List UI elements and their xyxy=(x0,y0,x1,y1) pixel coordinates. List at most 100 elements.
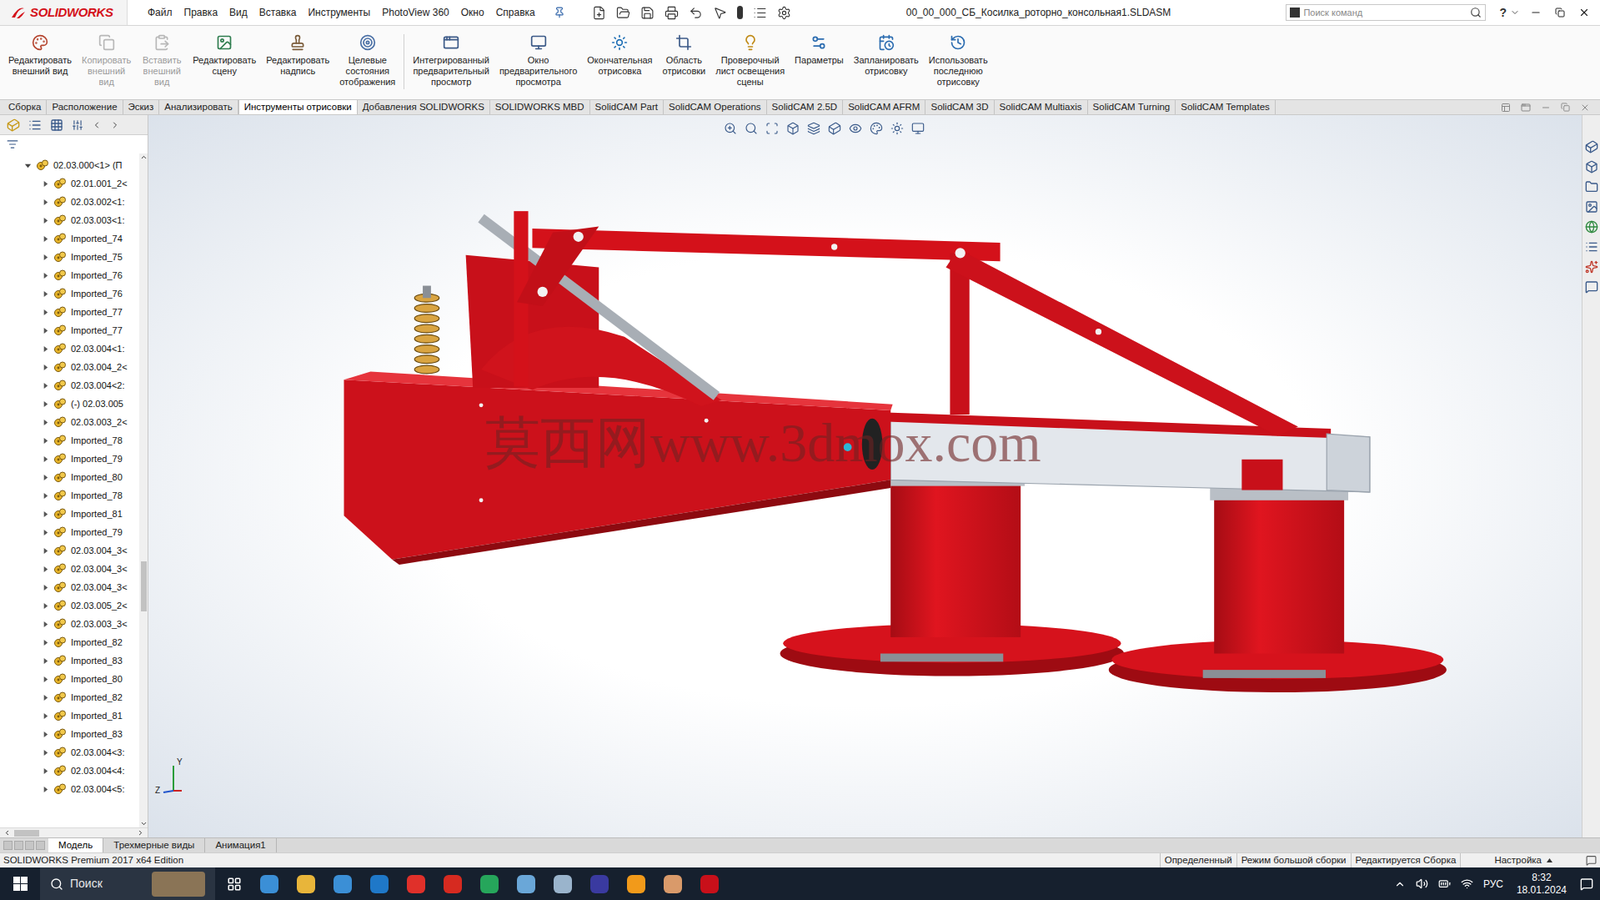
ribbon-button[interactable]: Вставитьвнешнийвид xyxy=(135,34,188,88)
ribbon-button[interactable]: Использоватьпоследнююотрисовку xyxy=(923,34,994,88)
menu-item[interactable]: Вставка xyxy=(259,5,297,21)
open-file-icon[interactable] xyxy=(616,5,631,21)
expand-arrow-icon[interactable] xyxy=(41,345,50,353)
save-icon[interactable] xyxy=(640,5,655,21)
expand-arrow-icon[interactable] xyxy=(41,235,50,243)
help-dropdown-icon[interactable] xyxy=(1509,7,1520,18)
ribbon-button[interactable]: Редактироватьвнешний вид xyxy=(3,34,77,77)
command-tab[interactable]: SolidCAM Turning xyxy=(1088,100,1177,115)
taskbar-search[interactable]: Поиск xyxy=(40,867,216,900)
expand-arrow-icon[interactable] xyxy=(41,216,50,225)
previous-view-icon[interactable] xyxy=(765,121,779,136)
command-tab[interactable]: SolidCAM AFRM xyxy=(842,100,926,115)
file-properties-icon[interactable] xyxy=(752,5,768,21)
scroll-left-icon[interactable] xyxy=(3,828,11,837)
window-icon[interactable] xyxy=(1520,102,1531,113)
mail-icon[interactable] xyxy=(370,874,389,893)
expand-arrow-icon[interactable] xyxy=(41,510,50,518)
expand-arrow-icon[interactable] xyxy=(41,491,50,500)
menu-item[interactable]: Инструменты xyxy=(307,5,371,21)
expand-arrow-icon[interactable] xyxy=(41,712,50,720)
expand-arrow-icon[interactable] xyxy=(41,418,50,427)
expand-arrow-icon[interactable] xyxy=(41,400,50,408)
tree-item[interactable]: Imported_77 xyxy=(0,321,140,340)
command-tab[interactable]: SolidCAM 2.5D xyxy=(767,100,844,115)
minimize-icon[interactable] xyxy=(1529,6,1542,19)
tree-item[interactable]: (-) 02.03.005 xyxy=(0,394,140,413)
tree-item[interactable]: 02.03.003_2< xyxy=(0,412,140,432)
expand-arrow-icon[interactable] xyxy=(41,381,50,390)
tree-item[interactable]: Imported_77 xyxy=(0,302,140,322)
command-search[interactable]: Поиск команд xyxy=(1285,4,1486,21)
app-icon[interactable] xyxy=(626,874,646,893)
options-icon[interactable] xyxy=(777,5,792,21)
command-tab[interactable]: Добавления SOLIDWORKS xyxy=(357,100,491,115)
ribbon-button[interactable]: Параметры xyxy=(789,34,849,66)
new-file-icon[interactable] xyxy=(591,5,607,21)
store-icon[interactable] xyxy=(333,874,352,893)
expand-arrow-icon[interactable] xyxy=(41,308,50,316)
command-tab[interactable]: Инструменты отрисовки xyxy=(238,100,358,115)
tree-item[interactable]: 02.03.004<2: xyxy=(0,376,140,395)
property-tab-icon[interactable] xyxy=(28,118,42,132)
scroll-thumb[interactable] xyxy=(140,561,147,612)
tree-item[interactable]: 02.03.004<5: xyxy=(0,779,140,798)
expand-arrow-icon[interactable] xyxy=(41,326,50,335)
file-explorer-icon[interactable] xyxy=(1584,180,1599,194)
menu-item[interactable]: Вид xyxy=(229,5,248,21)
ribbon-button[interactable]: Редактироватьсцену xyxy=(187,34,261,77)
undo-icon[interactable] xyxy=(688,5,703,21)
tab-scroll-button[interactable] xyxy=(3,840,13,850)
expand-arrow-icon[interactable] xyxy=(41,583,50,592)
forum-icon[interactable] xyxy=(1584,280,1599,294)
command-tab[interactable]: SolidCAM Part xyxy=(590,100,664,115)
tree-item[interactable]: Imported_81 xyxy=(0,504,140,523)
tree-item[interactable]: Imported_79 xyxy=(0,522,140,542)
restore-icon[interactable] xyxy=(1554,7,1565,18)
units-field[interactable]: Настройка xyxy=(1459,852,1586,868)
design-library-icon[interactable] xyxy=(1584,160,1599,174)
appearance-icon[interactable] xyxy=(869,121,883,136)
dimxpert-tab-icon[interactable] xyxy=(71,119,84,131)
view-orientation-icon[interactable] xyxy=(807,121,821,136)
expand-arrow-icon[interactable] xyxy=(41,473,50,482)
language-indicator[interactable]: РУС xyxy=(1483,876,1504,892)
feature-tree-tab-icon[interactable] xyxy=(6,118,21,132)
expand-arrow-icon[interactable] xyxy=(41,363,50,372)
after-effects-icon[interactable] xyxy=(590,874,609,893)
menu-item[interactable]: PhotoView 360 xyxy=(381,5,450,21)
tree-item[interactable]: 02.03.004_3< xyxy=(0,559,140,578)
help-button[interactable]: ? xyxy=(1499,4,1507,22)
expand-arrow-icon[interactable] xyxy=(41,620,50,628)
solidcam-icon[interactable] xyxy=(1584,260,1599,274)
expand-arrow-icon[interactable] xyxy=(41,785,50,793)
app-logo[interactable]: SOLIDWORKS xyxy=(0,0,128,26)
doc-close-icon[interactable] xyxy=(1579,102,1590,113)
expand-arrow-icon[interactable] xyxy=(41,657,50,665)
menu-item[interactable]: Справка xyxy=(496,5,536,21)
command-tab[interactable]: SOLIDWORKS MBD xyxy=(490,100,591,115)
bottom-tab[interactable]: Модель xyxy=(48,837,104,853)
command-tab[interactable]: Сборка xyxy=(3,100,47,115)
tree-item[interactable]: 02.03.004<4: xyxy=(0,761,140,780)
scroll-up-icon[interactable] xyxy=(140,153,148,161)
tree-item[interactable]: 02.03.004_3< xyxy=(0,541,140,560)
select-icon[interactable] xyxy=(712,5,728,21)
tree-item[interactable]: Imported_83 xyxy=(0,651,140,670)
tabs-right-icon[interactable] xyxy=(110,120,121,131)
section-view-icon[interactable] xyxy=(786,121,800,136)
expand-arrow-icon[interactable] xyxy=(41,180,50,188)
command-tab[interactable]: Эскиз xyxy=(123,100,161,115)
command-tab[interactable]: SolidCAM Multiaxis xyxy=(994,100,1089,115)
ribbon-button[interactable]: Областьотрисовки xyxy=(657,34,712,77)
command-tab[interactable]: SolidCAM Templates xyxy=(1175,100,1276,115)
tree-item[interactable]: 02.03.004<1: xyxy=(0,339,140,358)
tabs-left-icon[interactable] xyxy=(91,120,102,131)
doc-restore-icon[interactable] xyxy=(1560,102,1570,112)
tree-item[interactable]: Imported_82 xyxy=(0,687,140,707)
tree-item[interactable]: 02.03.004<3: xyxy=(0,742,140,762)
zoom-fit-icon[interactable] xyxy=(723,121,738,136)
expand-arrow-icon[interactable] xyxy=(41,601,50,610)
tray-overflow-icon[interactable] xyxy=(1394,877,1406,890)
filter-icon[interactable] xyxy=(6,138,19,151)
